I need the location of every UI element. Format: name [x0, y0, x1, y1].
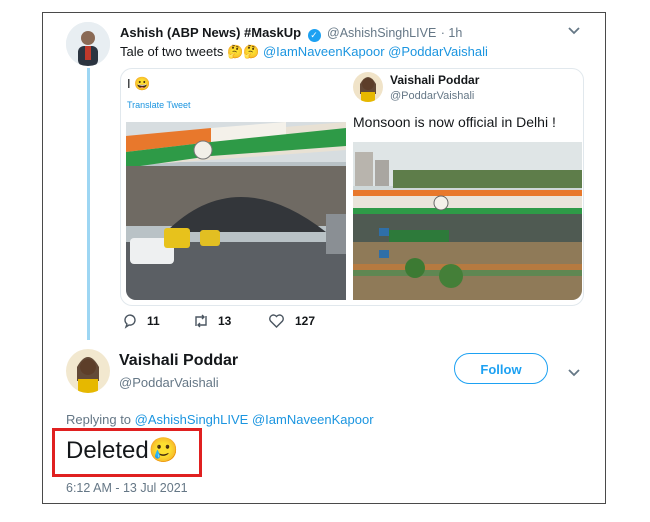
reply-author-name[interactable]: Vaishali Poddar: [119, 352, 238, 370]
author-avatar[interactable]: [66, 22, 110, 66]
reply-icon: [124, 314, 136, 329]
mention-link[interactable]: @PoddarVaishali: [388, 44, 488, 59]
heart-icon: [269, 314, 284, 328]
embedded-tweet-text: Monsoon is now official in Delhi !: [353, 114, 556, 130]
more-options-icon[interactable]: [567, 24, 581, 38]
author-name[interactable]: Ashish (ABP News) #MaskUp: [120, 25, 301, 40]
reply-more-options-icon[interactable]: [567, 366, 581, 380]
retweet-action[interactable]: 13: [192, 313, 231, 329]
reply-author-avatar[interactable]: [66, 349, 110, 393]
translate-tweet-link[interactable]: Translate Tweet: [127, 100, 191, 110]
replying-mention-link[interactable]: @AshishSinghLIVE: [135, 412, 249, 427]
left-embed-text: I 😀: [127, 76, 151, 91]
like-count: 127: [295, 314, 316, 328]
replying-mention-link[interactable]: @IamNaveenKapoor: [252, 412, 374, 427]
reply-count: 11: [147, 314, 160, 328]
embedded-author-name[interactable]: Vaishali Poddar: [390, 73, 479, 87]
embedded-author-avatar[interactable]: [353, 72, 383, 102]
reply-text: Deleted: [66, 437, 149, 464]
retweet-count: 13: [218, 314, 232, 328]
thread-connector-line: [87, 68, 90, 340]
retweet-icon: [195, 314, 207, 328]
mention-link[interactable]: @IamNaveenKapoor: [263, 44, 385, 59]
reply-action[interactable]: 11: [122, 313, 160, 329]
reply-timestamp[interactable]: 6:12 AM - 13 Jul 2021: [66, 481, 188, 495]
verified-badge-icon: ✓: [307, 29, 321, 42]
author-handle[interactable]: @AshishSinghLIVE: [327, 26, 436, 40]
replying-to-label: Replying to: [66, 412, 132, 427]
embedded-author-handle[interactable]: @PoddarVaishali: [390, 90, 474, 102]
tweet-text: Tale of two tweets 🤔🤔: [120, 44, 260, 59]
follow-button[interactable]: Follow: [454, 353, 548, 384]
flyover-photo[interactable]: [126, 122, 346, 300]
flooded-underpass-photo[interactable]: [353, 142, 582, 300]
tweet-time[interactable]: · 1h: [441, 26, 463, 40]
reply-author-handle[interactable]: @PoddarVaishali: [119, 375, 219, 390]
smiling-tear-emoji-icon: 🥲: [148, 437, 179, 464]
like-action[interactable]: 127: [268, 313, 315, 329]
